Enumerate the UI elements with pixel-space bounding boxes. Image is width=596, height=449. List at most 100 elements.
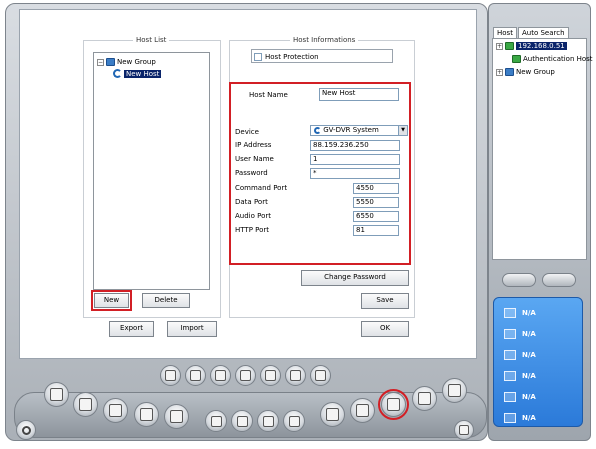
status-panel: N/A N/A N/A N/A N/A N/A [493, 297, 583, 427]
protection-frame [251, 49, 393, 63]
camera-status-icon [504, 350, 516, 360]
audio-icon [315, 370, 326, 381]
zoom-icon [290, 370, 301, 381]
delete-button[interactable]: Delete [142, 293, 190, 308]
tree-group-label: New Group [117, 58, 156, 66]
dvr-icon [505, 42, 514, 50]
status-row: N/A [504, 329, 536, 339]
playback-icon [356, 404, 369, 417]
single-view-icon [50, 388, 63, 401]
grid-status-icon [504, 392, 516, 402]
control-button-7[interactable] [310, 365, 331, 386]
control-button-5[interactable] [260, 365, 281, 386]
import-button[interactable]: Import [167, 321, 217, 337]
info-button[interactable] [320, 402, 345, 427]
signal-status-icon [504, 413, 516, 423]
layout-more-button[interactable] [164, 404, 189, 429]
host-tree[interactable]: − New Group New Host [93, 52, 210, 290]
status-row: N/A [504, 413, 536, 423]
playback-controls [150, 362, 350, 389]
ptz-button-1[interactable] [205, 410, 227, 432]
http-port-field[interactable]: 81 [353, 225, 399, 236]
hdd-icon [504, 308, 516, 318]
layout-single-button[interactable] [44, 382, 69, 407]
panel-toggle-right[interactable] [542, 273, 576, 287]
device-label: Device [235, 128, 259, 136]
stop-icon [240, 370, 251, 381]
command-port-field[interactable]: 4550 [353, 183, 399, 194]
lock-button[interactable] [454, 420, 474, 440]
new-button[interactable]: New [91, 290, 132, 311]
export-button[interactable]: Export [109, 321, 154, 337]
tree-host-label: New Host [124, 69, 162, 78]
status-value: N/A [522, 393, 536, 401]
command-port-label: Command Port [235, 184, 288, 192]
ok-button[interactable]: OK [361, 321, 409, 337]
nine-view-icon [109, 404, 122, 417]
data-port-field[interactable]: 5550 [353, 197, 399, 208]
search-button[interactable] [442, 378, 467, 403]
host-info-title: Host Informations [290, 36, 359, 44]
rtree-ip-label: 192.168.0.51 [516, 42, 567, 50]
layout-4-button[interactable] [73, 392, 98, 417]
user-name-field[interactable]: 1 [310, 154, 400, 165]
rtree-node-group[interactable]: + New Group [496, 68, 555, 76]
ptz-button-4[interactable] [283, 410, 305, 432]
control-button-1[interactable] [160, 365, 181, 386]
control-button-3[interactable] [210, 365, 231, 386]
panel-toggle-left[interactable] [502, 273, 536, 287]
device-select[interactable]: GV-DVR System ▼ [310, 125, 408, 136]
host-add-icon [387, 398, 400, 411]
save-button[interactable]: Save [361, 293, 409, 309]
quad-view-icon [79, 398, 92, 411]
host-connection-tree[interactable]: + 192.168.0.51 Authentication Host + New… [492, 38, 593, 260]
app-window: Host List − New Group New Host New Delet… [0, 0, 596, 449]
rtree-auth-label: Authentication Host [523, 55, 593, 63]
status-value: N/A [522, 309, 536, 317]
status-value: N/A [522, 414, 536, 422]
control-button-4[interactable] [235, 365, 256, 386]
host-manager-button[interactable] [378, 389, 409, 420]
host-name-label: Host Name [249, 91, 288, 99]
tab-host[interactable]: Host [493, 27, 517, 38]
password-label: Password [235, 169, 268, 177]
tab-auto-search[interactable]: Auto Search [518, 27, 569, 38]
record-icon [190, 370, 201, 381]
rtree-node-ip[interactable]: + 192.168.0.51 [496, 42, 567, 50]
ptz-icon [262, 415, 274, 427]
tree-node-host[interactable]: New Host [113, 69, 162, 78]
layout-16-button[interactable] [134, 402, 159, 427]
collapse-icon[interactable]: − [97, 58, 104, 66]
change-password-button[interactable]: Change Password [301, 270, 409, 286]
chevron-down-icon[interactable]: ▼ [398, 126, 407, 135]
host-name-field[interactable]: New Host [319, 88, 399, 101]
ptz-button-3[interactable] [257, 410, 279, 432]
password-field[interactable]: * [310, 168, 400, 179]
expand-icon[interactable]: + [496, 68, 503, 76]
auth-host-icon [512, 55, 521, 63]
tools-icon [418, 392, 431, 405]
status-value: N/A [522, 351, 536, 359]
layout-9-button[interactable] [103, 398, 128, 423]
group-icon [106, 58, 115, 66]
status-row: N/A [504, 308, 536, 318]
device-value: GV-DVR System [323, 126, 379, 134]
ptz-button-2[interactable] [231, 410, 253, 432]
control-button-2[interactable] [185, 365, 206, 386]
camera-icon [165, 370, 176, 381]
record-status-icon [504, 371, 516, 381]
multi-view-icon [170, 410, 183, 423]
audio-port-field[interactable]: 6550 [353, 211, 399, 222]
status-value: N/A [522, 330, 536, 338]
playback-button[interactable] [350, 398, 375, 423]
ip-field[interactable]: 88.159.236.250 [310, 140, 400, 151]
status-row: N/A [504, 371, 536, 381]
group-icon [505, 68, 514, 76]
control-button-6[interactable] [285, 365, 306, 386]
power-button[interactable] [16, 420, 36, 440]
tools-button[interactable] [412, 386, 437, 411]
rtree-node-auth[interactable]: Authentication Host [512, 55, 593, 63]
tree-node-group[interactable]: − New Group [97, 58, 156, 66]
expand-icon[interactable]: + [496, 42, 503, 50]
host-icon [113, 69, 122, 78]
